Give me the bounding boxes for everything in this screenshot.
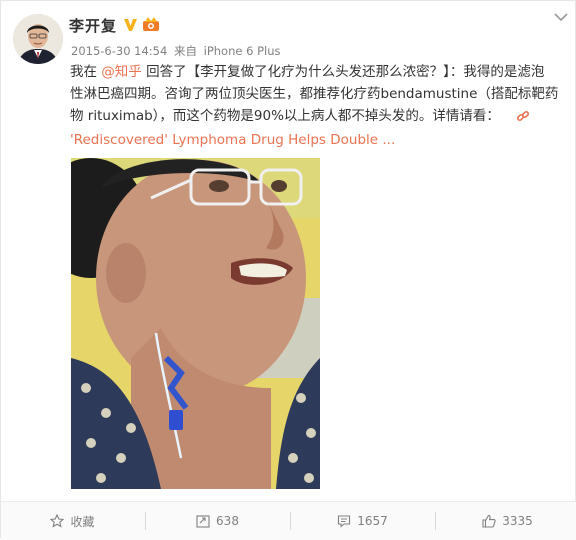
- vip-crown-icon[interactable]: [142, 16, 160, 32]
- verified-badge-icon: [124, 19, 137, 31]
- comment-icon: [338, 515, 351, 528]
- favorite-button[interactable]: 收藏: [1, 502, 144, 540]
- post-date[interactable]: 2015-6-30 14:54: [71, 44, 167, 58]
- thumbs-up-icon: [482, 514, 496, 528]
- username[interactable]: 李开复: [69, 15, 117, 36]
- star-icon: [50, 514, 65, 528]
- chevron-down-icon[interactable]: [554, 12, 568, 22]
- post-text: 我在 @知乎 回答了【李开复做了化疗为什么头发还那么浓密？】：我得的是滤泡 性淋…: [70, 61, 560, 127]
- via-prefix: 来自: [173, 44, 197, 58]
- weibo-post-card: 李开复 2015-6-30 14:54 来自 iPhone 6 Plus 我在 …: [0, 0, 576, 540]
- comment-button[interactable]: 1657: [291, 502, 434, 540]
- repost-icon: [196, 515, 210, 528]
- post-text-line: 性淋巴癌四期。咨询了两位顶尖医生，都推荐化疗药bendamustine（搭配标靶…: [70, 86, 559, 102]
- repost-count: 638: [216, 514, 239, 528]
- mention-link[interactable]: @知乎: [101, 64, 142, 80]
- comment-count: 1657: [357, 514, 388, 528]
- post-device[interactable]: iPhone 6 Plus: [204, 44, 281, 58]
- like-button[interactable]: 3335: [436, 502, 576, 540]
- like-count: 3335: [502, 514, 533, 528]
- favorite-label: 收藏: [70, 514, 95, 529]
- avatar[interactable]: [13, 14, 63, 64]
- action-bar: 收藏 638 1657 3335: [1, 501, 576, 540]
- post-photo[interactable]: [71, 158, 320, 489]
- post-meta: 2015-6-30 14:54 来自 iPhone 6 Plus: [71, 43, 280, 59]
- post-text-line: 物 rituximab），而这个药物是90%以上病人都不掉头发的。详情请看：: [70, 105, 560, 127]
- link-icon[interactable]: [516, 109, 530, 123]
- post-text-line: 我在 @知乎 回答了【李开复做了化疗为什么头发还那么浓密？】：我得的是滤泡: [70, 64, 545, 80]
- repost-button[interactable]: 638: [146, 502, 289, 540]
- article-link[interactable]: 'Rediscovered' Lymphoma Drug Helps Doubl…: [70, 132, 395, 148]
